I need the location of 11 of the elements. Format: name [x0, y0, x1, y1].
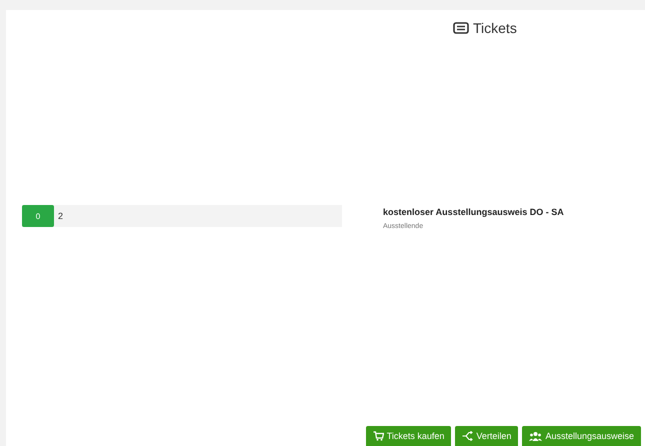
ticket-icon: [453, 22, 469, 34]
buy-tickets-button[interactable]: Tickets kaufen: [366, 426, 452, 446]
ticket-name: kostenloser Ausstellungsausweis DO - SA: [383, 207, 565, 217]
split-arrows-icon: [462, 431, 474, 441]
used-count: 0: [22, 205, 54, 227]
people-icon: [529, 431, 542, 441]
cart-icon: [372, 431, 384, 441]
distribute-button[interactable]: Verteilen: [455, 426, 518, 446]
page-title: Tickets: [473, 20, 517, 36]
badges-button[interactable]: Ausstellungsausweise: [522, 426, 641, 446]
available-count: 2: [58, 211, 64, 221]
